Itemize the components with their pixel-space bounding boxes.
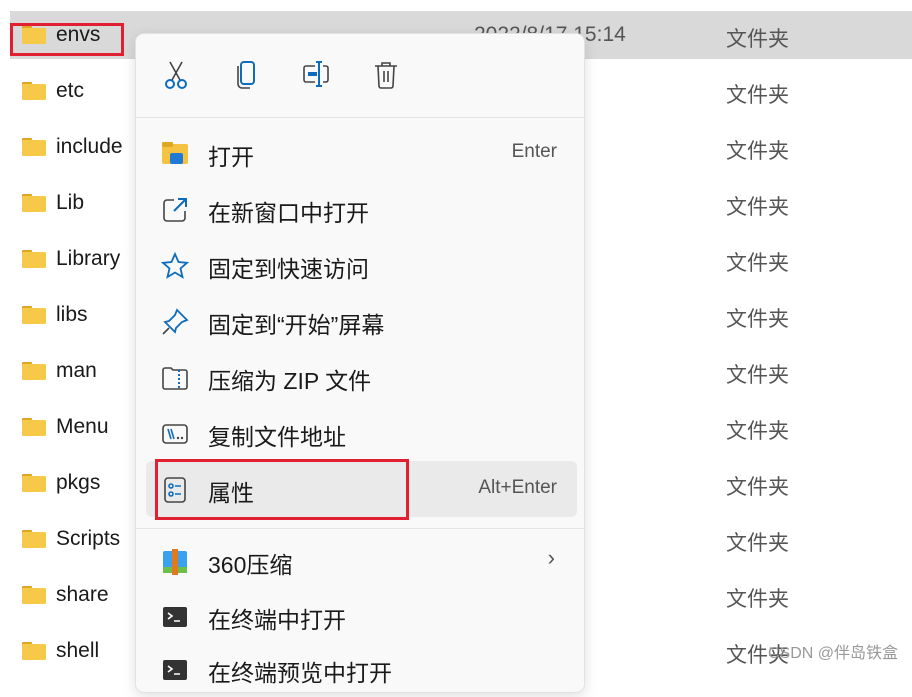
menu-item-label: 固定到快速访问 [208, 256, 369, 282]
menu-item[interactable]: 在新窗口中打开 [146, 181, 577, 237]
file-type: 文件夹 [726, 532, 789, 555]
folder-icon [22, 362, 46, 380]
folder-icon [22, 250, 46, 268]
menu-item-label: 固定到“开始”屏幕 [208, 312, 385, 338]
terminal-icon [163, 607, 187, 627]
chevron-right-icon: › [547, 545, 555, 570]
folder-open-icon [162, 142, 188, 164]
watermark: CSDN @伴岛铁盒 [767, 645, 898, 662]
file-type: 文件夹 [726, 476, 789, 499]
folder-icon [22, 418, 46, 436]
folder-icon [22, 642, 46, 660]
file-type: 文件夹 [726, 252, 789, 275]
folder-icon [22, 82, 46, 100]
menu-item-shortcut: Enter [511, 141, 557, 162]
cut-button[interactable] [159, 58, 193, 92]
menu-item-label: 打开 [208, 144, 254, 170]
file-type: 文件夹 [726, 588, 789, 611]
menu-item[interactable]: 复制文件地址 [146, 405, 577, 461]
menu-item-label: 复制文件地址 [208, 424, 346, 450]
file-type: 文件夹 [726, 196, 789, 219]
terminal-preview-icon [163, 660, 187, 680]
star-icon [160, 251, 190, 279]
menu-item-label: 360压缩 [208, 552, 293, 578]
context-toolbar [136, 34, 584, 118]
menu-item[interactable]: 固定到快速访问 [146, 237, 577, 293]
context-menu: 打开 Enter 在新窗口中打开 固定到快速访问 固定到“开始”屏幕 压缩为 ZI… [135, 33, 585, 693]
menu-item-label: 在终端中打开 [208, 607, 346, 633]
file-type: 文件夹 [726, 308, 789, 331]
menu-item-label: 压缩为 ZIP 文件 [208, 368, 372, 394]
file-type: 文件夹 [726, 84, 789, 107]
folder-icon [22, 138, 46, 156]
folder-icon [22, 586, 46, 604]
scissors-icon [165, 61, 187, 89]
folder-icon [22, 530, 46, 548]
annotation-box-envs [10, 23, 124, 56]
file-name: Library [56, 247, 121, 270]
file-name: etc [56, 79, 85, 102]
menu-item[interactable]: 在终端预览中打开 [146, 641, 577, 697]
file-name: share [56, 583, 109, 606]
copy-button[interactable] [229, 58, 263, 92]
delete-button[interactable] [369, 58, 403, 92]
file-type: 文件夹 [726, 140, 789, 163]
menu-item[interactable]: 压缩为 ZIP 文件 [146, 349, 577, 405]
file-name: libs [56, 303, 88, 326]
file-name: pkgs [56, 471, 101, 494]
pin-icon [162, 308, 189, 335]
annotation-box-properties [155, 459, 409, 520]
360-zip-icon [163, 549, 187, 575]
menu-item[interactable]: 在终端中打开 [146, 588, 577, 644]
menu-item-label: 在新窗口中打开 [208, 200, 369, 226]
file-name: shell [56, 639, 100, 662]
file-name: man [56, 359, 97, 382]
rename-icon [303, 61, 329, 87]
file-type: 文件夹 [726, 420, 789, 443]
open-new-window-icon [163, 198, 187, 222]
trash-icon [375, 62, 397, 89]
file-name: Menu [56, 415, 109, 438]
menu-item-shortcut: Alt+Enter [478, 477, 557, 498]
folder-icon [22, 306, 46, 324]
divider [136, 117, 584, 118]
file-name: include [56, 135, 123, 158]
copy-path-icon [162, 424, 188, 444]
file-type: 文件夹 [726, 28, 789, 51]
menu-item[interactable]: 打开 Enter [146, 125, 577, 181]
divider [136, 528, 584, 529]
file-type: 文件夹 [726, 364, 789, 387]
zip-folder-icon [162, 367, 188, 390]
folder-icon [22, 474, 46, 492]
copy-icon [237, 61, 255, 89]
folder-icon [22, 194, 46, 212]
menu-item[interactable]: 固定到“开始”屏幕 [146, 293, 577, 349]
file-name: Lib [56, 191, 85, 214]
file-name: Scripts [56, 527, 121, 550]
menu-item[interactable]: 360压缩 › [146, 533, 577, 589]
rename-button[interactable] [299, 58, 333, 92]
menu-item-label: 在终端预览中打开 [208, 660, 392, 686]
